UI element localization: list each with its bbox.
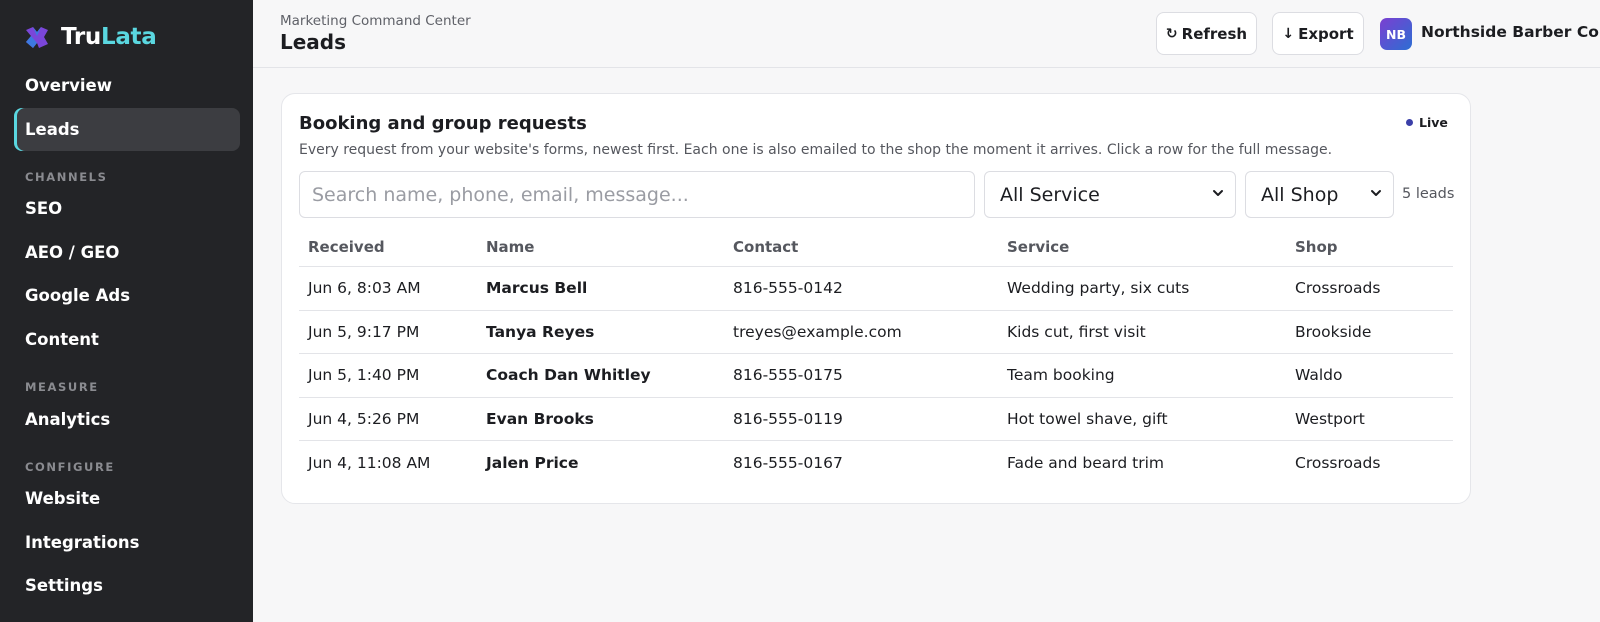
- cell-service: Hot towel shave, gift: [1007, 409, 1168, 428]
- breadcrumb: Marketing Command Center: [280, 13, 471, 29]
- sidebar: TruLata Overview Leads CHANNELS SEO AEO …: [0, 0, 253, 622]
- page-title: Leads: [280, 30, 347, 54]
- sidebar-item-integrations[interactable]: Integrations: [14, 521, 240, 564]
- column-header-contact[interactable]: Contact: [733, 238, 1007, 256]
- cell-name: Evan Brooks: [486, 409, 594, 428]
- table-row[interactable]: Jun 5, 1:40 PM Coach Dan Whitley 816-555…: [299, 354, 1453, 398]
- cell-name: Marcus Bell: [486, 279, 588, 298]
- live-badge: Live: [1406, 115, 1448, 130]
- table-row[interactable]: Jun 4, 11:08 AM Jalen Price 816-555-0167…: [299, 441, 1453, 485]
- sidebar-item-settings[interactable]: Settings: [14, 564, 240, 607]
- sidebar-item-leads[interactable]: Leads: [14, 108, 240, 151]
- table-row[interactable]: Jun 5, 9:17 PM Tanya Reyes treyes@exampl…: [299, 311, 1453, 354]
- cell-received: Jun 4, 11:08 AM: [308, 453, 431, 472]
- sidebar-section-measure: MEASURE: [25, 380, 99, 394]
- cell-contact: 816-555-0119: [733, 409, 843, 428]
- cell-received: Jun 5, 1:40 PM: [308, 366, 420, 385]
- cell-contact: 816-555-0175: [733, 366, 843, 385]
- cell-contact: 816-555-0167: [733, 453, 843, 472]
- table-header: Received Name Contact Service Shop: [299, 227, 1453, 267]
- sidebar-item-content[interactable]: Content: [14, 318, 240, 361]
- column-header-shop[interactable]: Shop: [1295, 238, 1453, 256]
- table-row[interactable]: Jun 6, 8:03 AM Marcus Bell 816-555-0142 …: [299, 267, 1453, 311]
- cell-received: Jun 5, 9:17 PM: [308, 322, 420, 341]
- cell-name: Tanya Reyes: [486, 322, 595, 341]
- cell-service: Wedding party, six cuts: [1007, 279, 1190, 298]
- service-filter-select[interactable]: All Service: [984, 171, 1236, 218]
- cell-shop: Waldo: [1295, 366, 1343, 385]
- export-label: Export: [1298, 24, 1354, 43]
- refresh-label: Refresh: [1181, 24, 1248, 43]
- chevron-down-icon: [1213, 190, 1223, 196]
- cell-name: Jalen Price: [486, 453, 579, 472]
- lead-count: 5 leads: [1402, 186, 1455, 202]
- sidebar-section-configure: CONFIGURE: [25, 460, 115, 474]
- shop-filter-select[interactable]: All Shop: [1245, 171, 1394, 218]
- cell-shop: Crossroads: [1295, 279, 1381, 298]
- card-subtitle: Every request from your website's forms,…: [299, 142, 1333, 158]
- chevron-down-icon: [1371, 190, 1381, 196]
- cell-service: Kids cut, first visit: [1007, 322, 1146, 341]
- download-arrow-icon: ↓: [1282, 25, 1295, 42]
- column-header-received[interactable]: Received: [299, 238, 486, 256]
- column-header-name[interactable]: Name: [486, 238, 733, 256]
- sidebar-item-analytics[interactable]: Analytics: [14, 398, 240, 441]
- column-header-service[interactable]: Service: [1007, 238, 1295, 256]
- leads-table: Received Name Contact Service Shop Jun 6…: [299, 227, 1453, 485]
- cell-shop: Brookside: [1295, 322, 1372, 341]
- export-button[interactable]: ↓ Export: [1272, 12, 1364, 55]
- table-row[interactable]: Jun 4, 5:26 PM Evan Brooks 816-555-0119 …: [299, 398, 1453, 441]
- live-label: Live: [1419, 115, 1448, 130]
- cell-received: Jun 6, 8:03 AM: [308, 279, 421, 298]
- cell-shop: Westport: [1295, 409, 1365, 428]
- card-title: Booking and group requests: [299, 113, 587, 134]
- cell-service: Fade and beard trim: [1007, 453, 1164, 472]
- app-name: TruLata: [61, 24, 157, 50]
- refresh-button[interactable]: ↻ Refresh: [1156, 12, 1257, 55]
- trulata-logo-icon: [26, 27, 48, 48]
- cell-contact: 816-555-0142: [733, 279, 843, 298]
- cell-service: Team booking: [1007, 366, 1115, 385]
- sidebar-item-aeo-geo[interactable]: AEO / GEO: [14, 231, 240, 274]
- search-input[interactable]: [299, 171, 975, 218]
- sidebar-item-google-ads[interactable]: Google Ads: [14, 274, 240, 317]
- cell-contact: treyes@example.com: [733, 322, 902, 341]
- live-dot-icon: [1406, 119, 1413, 126]
- avatar[interactable]: NB: [1380, 18, 1412, 50]
- org-name[interactable]: Northside Barber Co.: [1421, 23, 1600, 41]
- cell-received: Jun 4, 5:26 PM: [308, 409, 420, 428]
- cell-name: Coach Dan Whitley: [486, 366, 651, 385]
- leads-card: Booking and group requests Every request…: [281, 93, 1471, 504]
- service-filter-value: All Service: [1000, 183, 1100, 206]
- sidebar-item-website[interactable]: Website: [14, 477, 240, 520]
- shop-filter-value: All Shop: [1261, 183, 1339, 206]
- app-logo[interactable]: TruLata: [24, 23, 157, 51]
- sidebar-section-channels: CHANNELS: [25, 170, 108, 184]
- cell-shop: Crossroads: [1295, 453, 1381, 472]
- sidebar-item-seo[interactable]: SEO: [14, 187, 240, 230]
- sidebar-item-overview[interactable]: Overview: [14, 64, 240, 107]
- refresh-icon: ↻: [1165, 25, 1178, 42]
